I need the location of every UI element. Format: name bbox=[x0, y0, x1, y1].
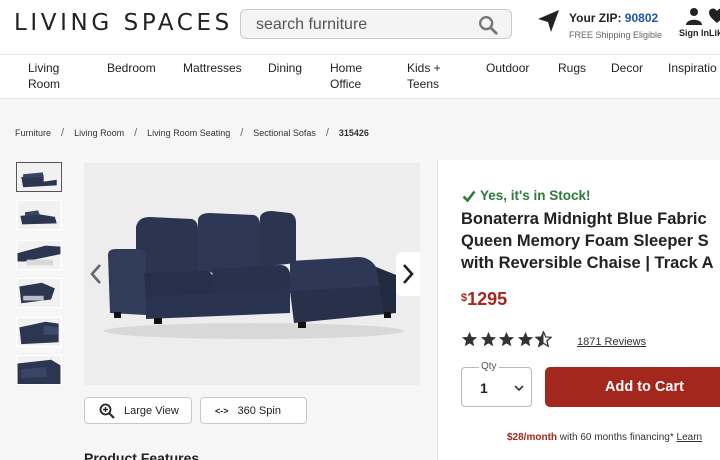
product-title-line: with Reversible Chaise | Track A bbox=[461, 254, 714, 272]
zip-selector[interactable]: Your ZIP: 90802 FREE Shipping Eligible bbox=[536, 5, 666, 47]
category-nav: Living Room Bedroom Mattresses Dining Ho… bbox=[0, 55, 720, 99]
signin-link[interactable]: Sign InLik bbox=[679, 28, 720, 38]
star-full-icon bbox=[517, 331, 533, 347]
reviews-link[interactable]: 1871 Reviews bbox=[577, 336, 646, 348]
stock-status: Yes, it's in Stock! bbox=[462, 188, 591, 203]
nav-item-dining[interactable]: Dining bbox=[268, 60, 302, 76]
account-area[interactable]: Sign InLik bbox=[678, 7, 720, 43]
gallery-next-button[interactable] bbox=[396, 252, 420, 296]
quantity-select[interactable]: Qty 1 bbox=[461, 361, 532, 407]
rotate-360-icon: <-> bbox=[215, 405, 229, 416]
product-main-image[interactable] bbox=[84, 163, 420, 385]
rating-stars[interactable] bbox=[461, 331, 554, 349]
gallery-thumbnail[interactable] bbox=[16, 317, 62, 347]
chevron-down-icon bbox=[514, 385, 524, 392]
nav-item-bedroom[interactable]: Bedroom bbox=[107, 60, 156, 76]
heart-icon[interactable] bbox=[708, 7, 720, 25]
nav-item-living-room[interactable]: Living Room bbox=[28, 60, 60, 92]
spin-360-button[interactable]: <-> 360 Spin bbox=[200, 397, 307, 424]
breadcrumb-item-furniture[interactable]: Furniture bbox=[15, 128, 51, 138]
gallery-thumbnail[interactable] bbox=[16, 278, 62, 308]
product-features-heading: Product Features bbox=[84, 450, 200, 460]
financing-note: $28/month with 60 months financing* Lear… bbox=[507, 432, 703, 443]
breadcrumb-item-living-room[interactable]: Living Room bbox=[74, 128, 124, 138]
large-view-label: Large View bbox=[124, 404, 179, 417]
gallery-thumbnail[interactable] bbox=[16, 200, 62, 230]
breadcrumb-separator: / bbox=[61, 127, 65, 139]
purchase-panel bbox=[437, 160, 720, 460]
zip-code[interactable]: 90802 bbox=[625, 11, 658, 25]
nav-item-decor[interactable]: Decor bbox=[611, 60, 643, 76]
breadcrumb-separator: / bbox=[134, 127, 138, 139]
quantity-label: Qty bbox=[479, 361, 499, 372]
chevron-right-icon bbox=[403, 264, 414, 284]
zoom-icon bbox=[99, 403, 115, 419]
currency-symbol: $ bbox=[461, 292, 468, 304]
spin-360-label: 360 Spin bbox=[237, 404, 281, 417]
nav-item-home-office[interactable]: Home Office bbox=[330, 60, 362, 92]
learn-more-link[interactable]: Learn bbox=[677, 432, 703, 443]
star-half-icon bbox=[535, 331, 552, 348]
large-view-button[interactable]: Large View bbox=[84, 397, 192, 424]
price-amount: 1295 bbox=[467, 289, 508, 309]
sofa-illustration bbox=[84, 163, 420, 385]
gallery-thumbnail[interactable] bbox=[16, 355, 62, 385]
chevron-left-icon bbox=[90, 264, 101, 284]
breadcrumb: Furniture / Living Room / Living Room Seatin… bbox=[15, 127, 369, 139]
nav-item-outdoor[interactable]: Outdoor bbox=[486, 60, 529, 76]
nav-item-rugs[interactable]: Rugs bbox=[558, 60, 586, 76]
person-icon[interactable] bbox=[685, 7, 703, 25]
product-price: $1295 bbox=[461, 289, 507, 310]
search-bar[interactable] bbox=[240, 9, 512, 39]
financing-amount: $28/month bbox=[507, 432, 558, 443]
star-full-icon bbox=[480, 331, 496, 347]
site-header: LIVING SPACES Your ZIP: 90802 FREE Shipp… bbox=[0, 0, 720, 55]
location-arrow-icon bbox=[536, 8, 562, 34]
nav-item-mattresses[interactable]: Mattresses bbox=[183, 60, 242, 76]
star-full-icon bbox=[461, 331, 478, 347]
breadcrumb-item-living-room-seating[interactable]: Living Room Seating bbox=[147, 128, 230, 138]
nav-item-kids-teens[interactable]: Kids + Teens bbox=[407, 60, 441, 92]
product-title: Bonaterra Midnight Blue Fabric Queen Mem… bbox=[461, 208, 720, 274]
add-to-cart-button[interactable]: Add to Cart bbox=[545, 367, 720, 407]
gallery-prev-button[interactable] bbox=[84, 252, 108, 296]
breadcrumb-separator: / bbox=[325, 127, 329, 139]
site-logo[interactable]: LIVING SPACES bbox=[14, 10, 233, 36]
search-input[interactable] bbox=[256, 14, 466, 36]
breadcrumb-separator: / bbox=[240, 127, 244, 139]
zip-label: Your ZIP: 90802 bbox=[569, 11, 659, 25]
checkmark-icon bbox=[462, 190, 476, 202]
product-title-line: Bonaterra Midnight Blue Fabric bbox=[461, 210, 707, 228]
breadcrumb-item-sectional-sofas[interactable]: Sectional Sofas bbox=[253, 128, 316, 138]
star-full-icon bbox=[498, 331, 515, 347]
breadcrumb-item-sku: 315426 bbox=[338, 128, 369, 138]
gallery-thumbnail[interactable] bbox=[16, 240, 62, 270]
product-title-line: Queen Memory Foam Sleeper S bbox=[461, 232, 709, 250]
gallery-thumbnail[interactable] bbox=[16, 162, 62, 192]
nav-item-inspiration[interactable]: Inspiratio bbox=[668, 60, 717, 76]
quantity-value: 1 bbox=[480, 380, 488, 396]
search-icon[interactable] bbox=[477, 14, 499, 36]
shipping-note: FREE Shipping Eligible bbox=[569, 30, 663, 40]
